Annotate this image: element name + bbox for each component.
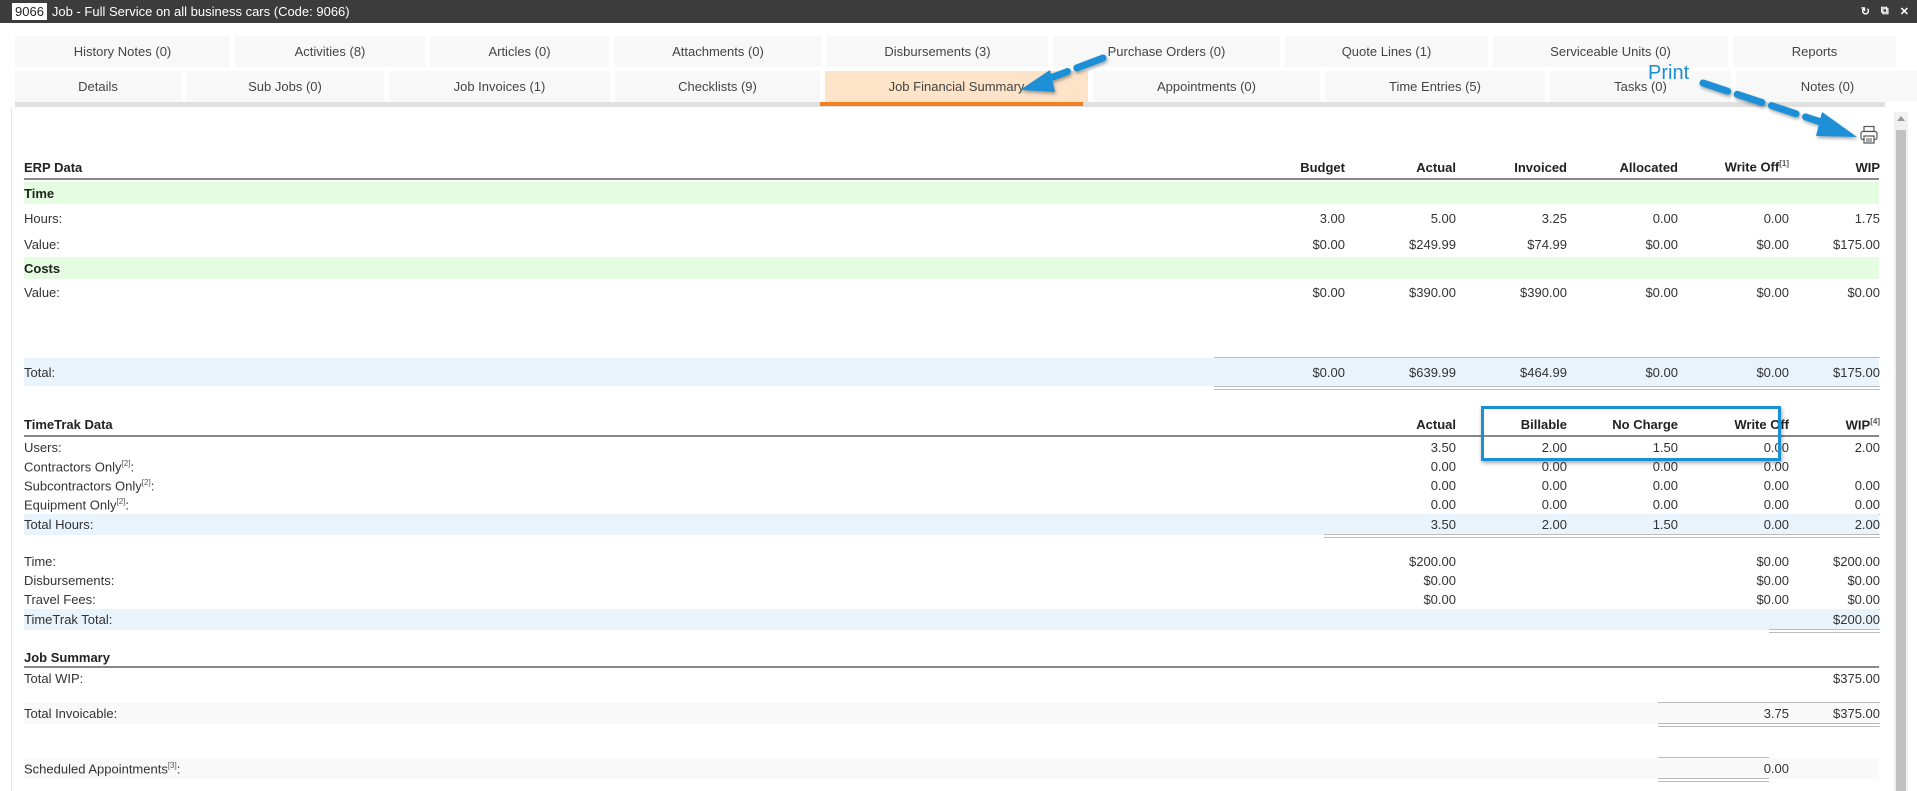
annotation-arrows bbox=[1020, 54, 1857, 137]
arrow-to-print-icon bbox=[1699, 79, 1857, 137]
arrow-to-financial-summary-tab bbox=[1020, 54, 1107, 92]
